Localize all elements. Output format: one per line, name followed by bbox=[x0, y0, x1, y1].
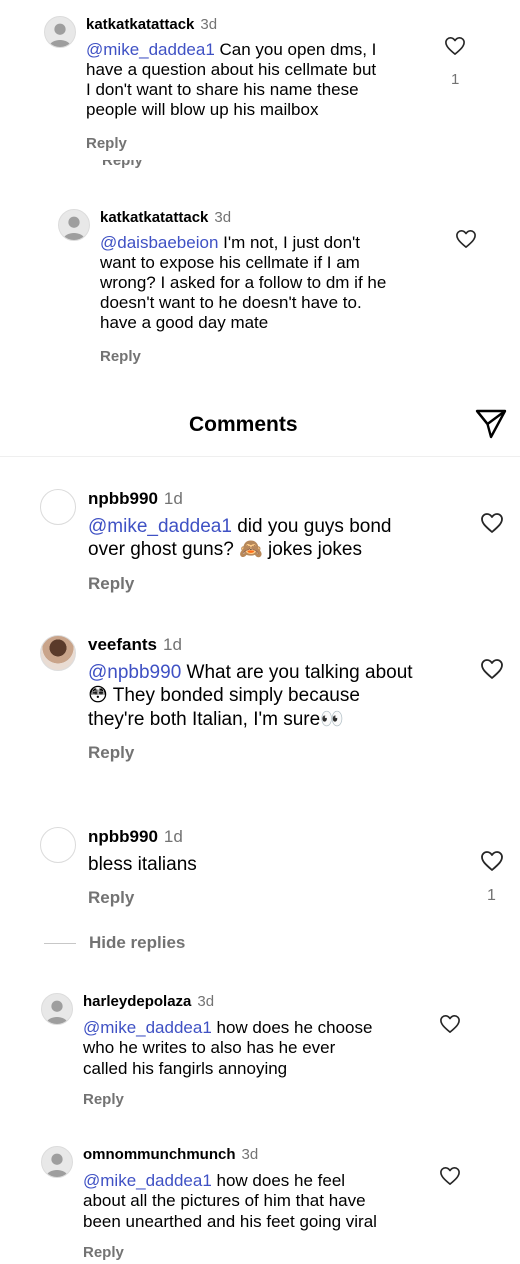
comment-time: 3d bbox=[214, 209, 232, 226]
heart-icon bbox=[481, 851, 503, 871]
comment-username[interactable]: omnommunchmunch bbox=[83, 1146, 236, 1163]
avatar[interactable] bbox=[40, 635, 76, 671]
mention-link[interactable]: @mike_daddea1 bbox=[88, 516, 232, 537]
comment-username[interactable]: veefants bbox=[88, 635, 157, 654]
hide-replies-divider bbox=[44, 943, 76, 944]
reply-button[interactable]: Reply bbox=[83, 1244, 124, 1261]
comment-meta: npbb990 1d bbox=[88, 827, 183, 847]
heart-icon bbox=[481, 659, 503, 679]
comment-text: @npbb990 What are you talking about 😳 Th… bbox=[88, 662, 413, 730]
comment-meta: harleydepolaza 3d bbox=[83, 993, 214, 1010]
comment-username[interactable]: katkatkatattack bbox=[86, 16, 194, 33]
reply-button[interactable]: Reply bbox=[88, 888, 134, 908]
default-avatar-icon bbox=[48, 23, 72, 47]
mention-link[interactable]: @mike_daddea1 bbox=[83, 1171, 212, 1190]
comment-time: 3d bbox=[241, 1146, 259, 1163]
like-count: 1 bbox=[451, 71, 460, 88]
hide-replies-button[interactable]: Hide replies bbox=[89, 933, 185, 953]
reply-button-clipped: Reply bbox=[102, 160, 143, 169]
avatar[interactable] bbox=[40, 489, 76, 525]
comment-username[interactable]: harleydepolaza bbox=[83, 993, 191, 1010]
monkey-emoji: 🙈 bbox=[239, 538, 263, 561]
reply-button[interactable]: Reply bbox=[100, 348, 141, 365]
comment-meta: katkatkatattack 3d bbox=[86, 16, 217, 33]
comment-text: @mike_daddea1 how does he choose who he … bbox=[83, 1018, 373, 1078]
comment-username[interactable]: npbb990 bbox=[88, 827, 158, 846]
reply-button[interactable]: Reply bbox=[88, 574, 134, 594]
reply-button[interactable]: Reply bbox=[88, 743, 134, 763]
avatar[interactable] bbox=[41, 1146, 73, 1178]
default-avatar-icon bbox=[62, 216, 86, 240]
like-button[interactable] bbox=[480, 850, 504, 872]
comment-time: 1d bbox=[163, 489, 183, 508]
heart-icon bbox=[456, 230, 476, 248]
avatar[interactable] bbox=[44, 16, 76, 48]
reply-button[interactable]: Reply bbox=[83, 1091, 124, 1108]
comment-username[interactable]: npbb990 bbox=[88, 489, 158, 508]
mention-link[interactable]: @mike_daddea1 bbox=[86, 40, 215, 59]
mention-link[interactable]: @daisbaebeion bbox=[100, 233, 218, 252]
comment-username[interactable]: katkatkatattack bbox=[100, 209, 208, 226]
comment-text: @mike_daddea1 did you guys bond over gho… bbox=[88, 516, 392, 561]
avatar[interactable] bbox=[40, 827, 76, 863]
like-button[interactable] bbox=[444, 36, 466, 56]
comment-meta: veefants 1d bbox=[88, 635, 182, 655]
reply-button[interactable]: Reply bbox=[86, 135, 127, 152]
avatar[interactable] bbox=[58, 209, 90, 241]
mention-link[interactable]: @npbb990 bbox=[88, 662, 181, 683]
mention-link[interactable]: @mike_daddea1 bbox=[83, 1018, 212, 1037]
comment-time: 1d bbox=[163, 827, 183, 846]
like-button[interactable] bbox=[480, 512, 504, 534]
header-divider bbox=[0, 456, 520, 457]
comment-time: 1d bbox=[162, 635, 182, 654]
like-button[interactable] bbox=[480, 658, 504, 680]
default-avatar-icon bbox=[45, 1153, 69, 1177]
heart-icon bbox=[445, 37, 465, 55]
flushed-emoji: 😳 bbox=[88, 684, 108, 707]
like-button[interactable] bbox=[439, 1166, 461, 1186]
comment-meta: npbb990 1d bbox=[88, 489, 183, 509]
eyes-emoji: 👀 bbox=[320, 707, 344, 730]
like-button[interactable] bbox=[439, 1014, 461, 1034]
comment-text: @daisbaebeion I'm not, I just don't want… bbox=[100, 233, 387, 333]
like-count: 1 bbox=[487, 887, 496, 904]
comment-text: @mike_daddea1 Can you open dms, I have a… bbox=[86, 40, 377, 120]
comment-meta: omnommunchmunch 3d bbox=[83, 1146, 258, 1163]
heart-icon bbox=[440, 1167, 460, 1185]
comment-meta: katkatkatattack 3d bbox=[100, 209, 231, 226]
heart-icon bbox=[440, 1015, 460, 1033]
comment-time: 3d bbox=[197, 993, 215, 1010]
comment-text: @mike_daddea1 how does he feel about all… bbox=[83, 1171, 377, 1231]
default-avatar-icon bbox=[45, 1000, 69, 1024]
comment-text: bless italians bbox=[88, 854, 197, 875]
comment-time: 3d bbox=[200, 16, 218, 33]
avatar[interactable] bbox=[41, 993, 73, 1025]
heart-icon bbox=[481, 513, 503, 533]
like-button[interactable] bbox=[455, 229, 477, 249]
share-button[interactable] bbox=[474, 408, 508, 445]
page-title: Comments bbox=[189, 413, 298, 436]
send-paper-plane-icon bbox=[475, 409, 507, 439]
